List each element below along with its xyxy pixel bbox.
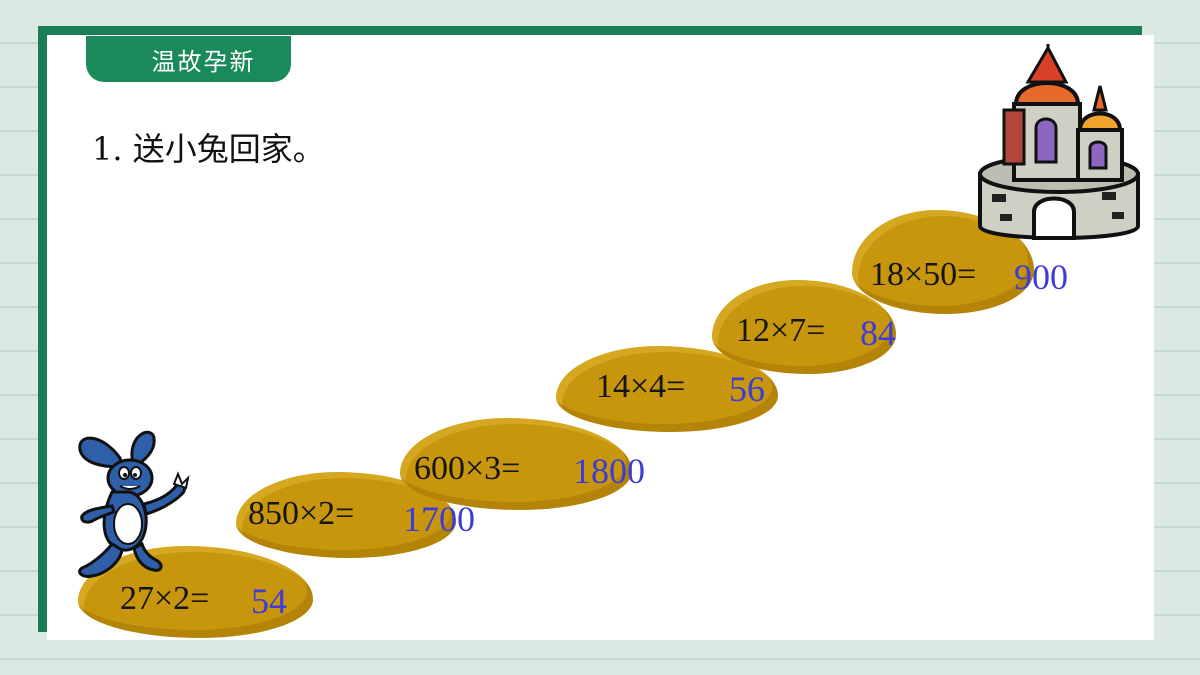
equation-6: 18×50=	[870, 256, 977, 293]
answer-5[interactable]: 84	[860, 312, 896, 354]
equation-2: 850×2=	[248, 495, 355, 532]
section-tag-label: 温故孕新	[151, 47, 256, 76]
question-title: 1. 送小兔回家。	[92, 130, 325, 168]
answer-4[interactable]: 56	[729, 368, 765, 410]
rabbit-icon	[78, 430, 190, 578]
answer-1[interactable]: 54	[251, 580, 287, 622]
equation-4: 14×4=	[596, 368, 686, 405]
answer-6[interactable]: 900	[1014, 256, 1068, 298]
section-tag: 温故孕新	[86, 36, 291, 82]
equation-1: 27×2=	[120, 580, 210, 617]
equation-3: 600×3=	[414, 450, 521, 487]
equation-5: 12×7=	[736, 312, 826, 349]
answer-3[interactable]: 1800	[573, 450, 645, 492]
answer-2[interactable]: 1700	[403, 498, 475, 540]
castle-icon	[978, 44, 1140, 240]
